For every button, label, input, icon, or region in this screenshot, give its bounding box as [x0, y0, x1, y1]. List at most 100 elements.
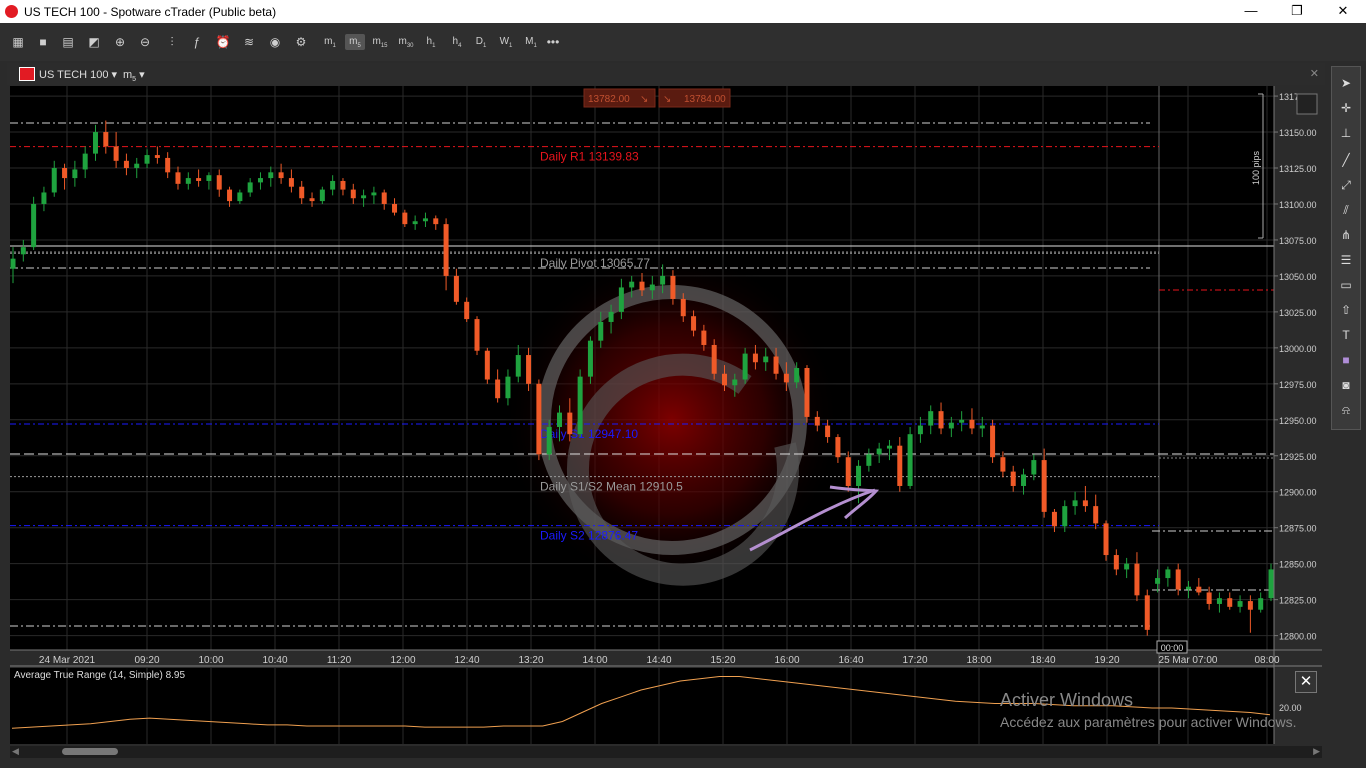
- candle-body: [1082, 500, 1088, 507]
- candle-body: [361, 195, 367, 199]
- trend-line-icon[interactable]: ╱: [1336, 150, 1356, 170]
- horizontal-scrollbar[interactable]: ◀ ▶: [10, 746, 1322, 758]
- candle-body: [866, 454, 872, 466]
- y-tick-label: 12850.00: [1279, 560, 1317, 570]
- scroll-thumb[interactable]: [62, 748, 118, 755]
- candle-body: [103, 132, 109, 147]
- level-label: Daily S1 12947.10: [540, 427, 638, 441]
- y-tick-label: 12925.00: [1279, 452, 1317, 462]
- ray-icon[interactable]: ⤢: [1336, 175, 1356, 195]
- y-tick-label: 12950.00: [1279, 416, 1317, 426]
- x-tick-label: 15:20: [710, 655, 735, 666]
- candle-body: [20, 247, 26, 255]
- candle-body: [825, 425, 831, 438]
- candle-body: [31, 203, 37, 248]
- candle-body: [371, 192, 377, 196]
- buy-price[interactable]: 13784.00: [684, 94, 726, 105]
- candle-body: [598, 321, 604, 341]
- x-tick-label: 16:00: [774, 655, 799, 666]
- candle-body: [557, 412, 563, 427]
- x-tick-label: 11:20: [327, 655, 352, 666]
- candle-body: [1175, 569, 1181, 590]
- crosshair-icon[interactable]: ✛: [1336, 98, 1356, 118]
- candle-body: [1216, 598, 1222, 604]
- y-tick-label: 12825.00: [1279, 596, 1317, 606]
- candle-body: [134, 163, 140, 169]
- fibonacci-icon[interactable]: ☰: [1336, 250, 1356, 270]
- candle-body: [1247, 601, 1253, 610]
- candle-body: [979, 425, 985, 429]
- rectangle-icon[interactable]: ▭: [1336, 275, 1356, 295]
- candle-body: [721, 373, 727, 386]
- scroll-left-icon[interactable]: ◀: [12, 746, 19, 757]
- candle-body: [350, 189, 356, 199]
- candle-body: [123, 160, 129, 169]
- candle-body: [608, 311, 614, 322]
- candle-body: [1144, 595, 1150, 630]
- x-tick-label: 12:40: [454, 655, 479, 666]
- level-label: Daily R1 13139.83: [540, 150, 639, 164]
- candle-body: [907, 434, 913, 486]
- candle-body: [629, 281, 635, 288]
- candle-body: [422, 218, 428, 222]
- atr-close-button[interactable]: ✕: [1295, 671, 1317, 693]
- candle-body: [587, 340, 593, 377]
- text-tool-icon[interactable]: T: [1336, 325, 1356, 345]
- x-tick-label: 10:40: [262, 655, 287, 666]
- x-tick-label: 09:20: [134, 655, 159, 666]
- level-label: Daily S2 12876.47: [540, 529, 638, 543]
- pitchfork-icon[interactable]: ⋔: [1336, 225, 1356, 245]
- y-tick-label: 13000.00: [1279, 344, 1317, 354]
- drawing-toolbar: ➤ ✛ ⊥ ╱ ⤢ ⫽ ⋔ ☰ ▭ ⇧ T ■ ◙ ⍾: [1331, 66, 1361, 430]
- candle-body: [567, 412, 573, 435]
- candle-body: [618, 287, 624, 312]
- candle-body: [433, 218, 439, 225]
- candle-body: [938, 411, 944, 429]
- candle-body: [330, 180, 336, 190]
- candle-body: [752, 353, 758, 363]
- candle-body: [154, 155, 160, 158]
- alert-bell-icon[interactable]: ⍾: [1336, 400, 1356, 420]
- price-chart[interactable]: Daily R1 13139.83 Daily Pivot 13065.77 Dai…: [0, 0, 1366, 768]
- x-tick-label: 08:00: [1254, 655, 1279, 666]
- chart-config-icon: [1296, 93, 1318, 115]
- candle-body: [1134, 563, 1140, 596]
- candle-body: [299, 186, 305, 199]
- y-tick-label: 12800.00: [1279, 632, 1317, 642]
- candle-body: [113, 146, 119, 161]
- candle-body: [897, 445, 903, 486]
- candle-body: [742, 353, 748, 380]
- x-tick-label: 12:00: [390, 655, 415, 666]
- activation-subtitle: Accédez aux paramètres pour activer Wind…: [1000, 714, 1297, 730]
- candle-body: [216, 175, 222, 190]
- candle-body: [701, 330, 707, 345]
- candle-body: [82, 153, 88, 170]
- candle-body: [92, 132, 98, 154]
- x-tick-label: 14:40: [646, 655, 671, 666]
- candle-body: [969, 419, 975, 429]
- candle-body: [319, 189, 325, 202]
- candle-body: [711, 344, 717, 374]
- candle-body: [649, 284, 655, 291]
- x-tick-label: 18:40: [1030, 655, 1055, 666]
- channel-icon[interactable]: ⫽: [1336, 200, 1356, 220]
- candle-body: [773, 356, 779, 374]
- candle-body: [1186, 586, 1192, 590]
- cursor-icon[interactable]: ➤: [1336, 73, 1356, 93]
- candle-body: [845, 457, 851, 486]
- candle-body: [196, 178, 202, 181]
- candle-body: [453, 275, 459, 302]
- candle-body: [484, 350, 490, 380]
- color-picker-icon[interactable]: ■: [1336, 350, 1356, 370]
- candle-body: [1093, 506, 1099, 524]
- candle-body: [1113, 555, 1119, 570]
- scroll-right-icon[interactable]: ▶: [1313, 746, 1320, 757]
- arrow-tool-icon[interactable]: ⇧: [1336, 300, 1356, 320]
- sell-price[interactable]: 13782.00: [588, 94, 630, 105]
- candle-body: [1237, 601, 1243, 607]
- svg-text:↘: ↘: [663, 94, 671, 105]
- screenshot-icon[interactable]: ◙: [1336, 375, 1356, 395]
- horizontal-line-icon[interactable]: ⊥: [1336, 123, 1356, 143]
- candle-body: [814, 416, 820, 426]
- x-tick-label: 17:20: [902, 655, 927, 666]
